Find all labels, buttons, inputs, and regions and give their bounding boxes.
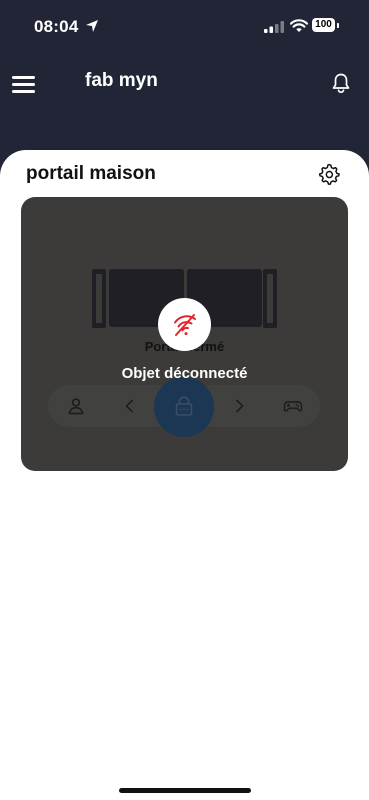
lock-icon <box>175 396 193 416</box>
chevron-right-icon[interactable] <box>229 396 249 416</box>
battery-level: 100 <box>312 18 335 32</box>
gear-icon[interactable] <box>318 163 340 185</box>
person-icon[interactable] <box>66 396 86 416</box>
offline-badge <box>158 298 211 351</box>
bell-icon[interactable] <box>330 72 352 94</box>
gate-post-left <box>92 269 106 328</box>
device-title: portail maison <box>26 163 156 184</box>
device-card: Portail fermé Objet déconnecté <box>21 197 348 471</box>
location-arrow-icon <box>86 20 98 32</box>
home-indicator[interactable] <box>119 788 251 793</box>
wifi-icon <box>290 19 308 32</box>
lock-button[interactable] <box>154 377 214 437</box>
wifi-off-icon <box>174 314 196 336</box>
gamepad-icon[interactable] <box>283 396 303 416</box>
battery-indicator: 100 <box>312 18 339 34</box>
status-bar: 08:04 100 <box>0 0 369 52</box>
hamburger-menu-icon[interactable] <box>12 74 36 94</box>
chevron-left-icon[interactable] <box>120 396 140 416</box>
cellular-signal-icon <box>264 21 284 33</box>
status-time: 08:04 <box>34 17 79 36</box>
gate-post-right <box>263 269 277 328</box>
offline-message: Objet déconnecté <box>121 365 248 382</box>
page-title: fab myn <box>85 70 158 91</box>
